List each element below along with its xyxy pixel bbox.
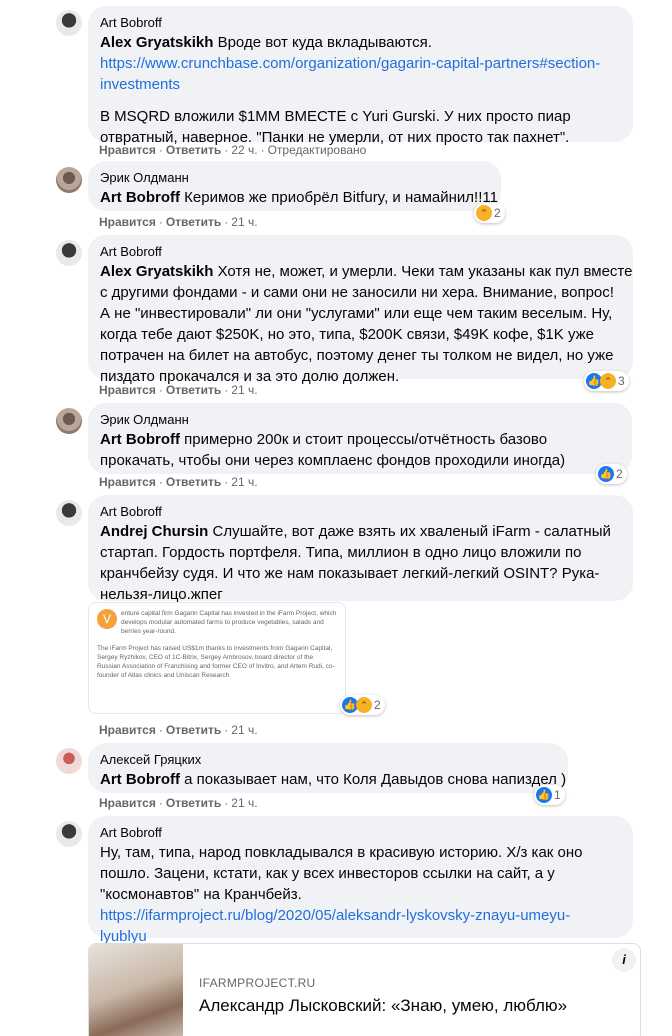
timestamp[interactable]: 21 ч. (231, 215, 257, 229)
mention[interactable]: Alex Gryatskikh (100, 34, 213, 51)
comment-actions: Нравится · Ответить · 21 ч. (99, 383, 258, 397)
comment-link[interactable]: https://www.crunchbase.com/organization/… (100, 53, 621, 74)
timestamp[interactable]: 21 ч. (231, 723, 257, 737)
comment-text: когда тебе дают $250K, но это, типа, $20… (100, 326, 594, 343)
reply-button[interactable]: Ответить (166, 723, 221, 737)
timestamp[interactable]: 21 ч. (231, 796, 257, 810)
timestamp[interactable]: 22 ч. (231, 143, 257, 157)
mention[interactable]: Art Bobroff (100, 771, 180, 788)
comment-actions: Нравится · Ответить · 21 ч. (99, 796, 258, 810)
reaction-count[interactable]: 👍 ᵔ 3 (584, 371, 629, 391)
comment-bubble: Эрик Олдманн Art Bobroff примерно 200к и… (88, 403, 632, 474)
image-text: The iFarm Project has raised US$1m thank… (97, 645, 335, 679)
like-icon: 👍 (598, 466, 614, 482)
comment-text: примерно 200к и стоит процессы/отчётност… (184, 431, 548, 448)
comment-author[interactable]: Эрик Олдманн (100, 169, 489, 187)
avatar[interactable] (56, 240, 82, 266)
timestamp[interactable]: 21 ч. (231, 475, 257, 489)
comment-text: Хотя не, может, и умерли. Чеки там указа… (217, 263, 633, 280)
comment-text: потрачен на билет на автобус, поэтому де… (100, 347, 614, 364)
timestamp[interactable]: 21 ч. (231, 383, 257, 397)
like-button[interactable]: Нравится (99, 475, 156, 489)
comment-link[interactable]: https://ifarmproject.ru/blog/2020/05/ale… (100, 905, 621, 926)
reply-button[interactable]: Ответить (166, 796, 221, 810)
like-button[interactable]: Нравится (99, 796, 156, 810)
like-button[interactable]: Нравится (99, 383, 156, 397)
comment-text: Слушайте, вот даже взять их хваленый iFa… (212, 523, 611, 540)
comment-link-cont[interactable]: investments (100, 74, 621, 95)
info-icon[interactable]: i (612, 948, 636, 972)
mention[interactable]: Alex Gryatskikh (100, 263, 213, 280)
comment-author[interactable]: Art Bobroff (100, 243, 621, 261)
avatar[interactable] (56, 10, 82, 36)
mention[interactable]: Andrej Chursin (100, 523, 208, 540)
comment-bubble: Art Bobroff Alex Gryatskikh Хотя не, мож… (88, 235, 633, 385)
comment-bubble: Art Bobroff Ну, там, типа, народ повклад… (88, 816, 633, 945)
like-icon: 👍 (536, 787, 552, 803)
comment-bubble: Art Bobroff Andrej Chursin Слушайте, вот… (88, 495, 633, 603)
comment-author[interactable]: Алексей Гряцких (100, 751, 556, 769)
comment-actions: Нравится · Ответить · 21 ч. (99, 475, 258, 489)
reply-button[interactable]: Ответить (166, 475, 221, 489)
avatar[interactable] (56, 408, 82, 434)
reaction-count[interactable]: 👍 2 (596, 464, 627, 484)
like-button[interactable]: Нравится (99, 215, 156, 229)
comment-text: Вроде вот куда вкладываются. (217, 34, 432, 51)
comment-bubble: Art Bobroff Alex Gryatskikh Вроде вот ку… (88, 6, 633, 146)
comment-text: кранчбейзу судя. И что же нам показывает… (100, 565, 600, 582)
image-text: enture capital firm Gagarin Capital has … (121, 610, 337, 635)
comment-text: А не "инвестировали" ли они "услугами" и… (100, 305, 613, 322)
comment-author[interactable]: Art Bobroff (100, 14, 621, 32)
comment-author[interactable]: Эрик Олдманн (100, 411, 620, 429)
comment-text: прокачать, чтобы они через комплаенс фон… (100, 452, 566, 469)
comment-text: Ну, там, типа, народ повкладывался в кра… (100, 844, 583, 861)
comment-text: стартап. Гордость портфеля. Типа, миллио… (100, 544, 582, 561)
haha-icon: ᵔ (356, 697, 372, 713)
avatar[interactable] (56, 167, 82, 193)
reaction-count[interactable]: 👍 1 (534, 785, 565, 805)
reaction-count[interactable]: ᵔ2 (474, 203, 505, 223)
comment-text: а показывает нам, что Коля Давыдов снова… (184, 771, 567, 788)
comment-text: с другими фондами - и сами они не заноси… (100, 284, 614, 301)
haha-icon: ᵔ (476, 205, 492, 221)
comment-actions: Нравится · Ответить · 21 ч. (99, 215, 258, 229)
link-title[interactable]: Александр Лысковский: «Знаю, умею, люблю… (199, 996, 567, 1016)
avatar[interactable] (56, 748, 82, 774)
comment-text: "космонавтов" на Кранчбейз. (100, 886, 302, 903)
v-logo: V (97, 609, 117, 629)
link-preview-card[interactable]: IFARMPROJECT.RU Александр Лысковский: «З… (88, 943, 641, 1036)
reaction-count[interactable]: 👍 ᵔ 2 (340, 695, 385, 715)
comment-actions: Нравится · Ответить · 22 ч. · Отредактировано (99, 143, 367, 157)
link-preview-image (89, 944, 183, 1036)
comment-text: пошло. Зацени, кстати, как у всех инвест… (100, 865, 555, 882)
comment-bubble: Алексей Гряцких Art Bobroff а показывает… (88, 743, 568, 793)
comment-text: В MSQRD вложили $1MM ВМЕСТЕ с Yuri Gursk… (100, 108, 571, 125)
like-button[interactable]: Нравится (99, 723, 156, 737)
like-button[interactable]: Нравится (99, 143, 156, 157)
avatar[interactable] (56, 821, 82, 847)
reply-button[interactable]: Ответить (166, 215, 221, 229)
avatar[interactable] (56, 500, 82, 526)
reply-button[interactable]: Ответить (166, 143, 221, 157)
mention[interactable]: Art Bobroff (100, 189, 180, 206)
comment-actions: Нравится · Ответить · 21 ч. (99, 723, 258, 737)
comment-author[interactable]: Art Bobroff (100, 824, 621, 842)
edited-label: Отредактировано (267, 143, 367, 157)
comment-author[interactable]: Art Bobroff (100, 503, 621, 521)
haha-icon: ᵔ (600, 373, 616, 389)
link-domain: IFARMPROJECT.RU (199, 976, 316, 990)
comment-bubble: Эрик Олдманн Art Bobroff Керимов же прио… (88, 161, 501, 211)
comment-text: Керимов же приобрёл Bitfury, и намайнил!… (184, 189, 498, 206)
mention[interactable]: Art Bobroff (100, 431, 180, 448)
attached-image[interactable]: V enture capital firm Gagarin Capital ha… (88, 602, 346, 714)
reply-button[interactable]: Ответить (166, 383, 221, 397)
